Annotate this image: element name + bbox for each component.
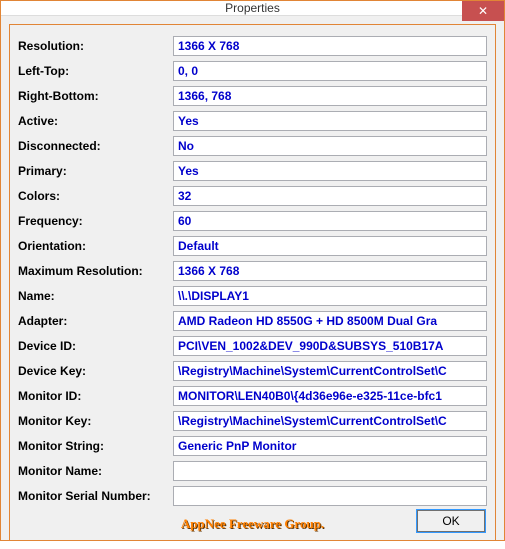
close-icon: ✕: [478, 4, 488, 18]
property-row: Frequency:: [18, 210, 487, 232]
properties-list: Resolution: Left-Top: Right-Bottom: Active:…: [18, 35, 487, 510]
properties-panel: Resolution: Left-Top: Right-Bottom: Active:…: [9, 24, 496, 541]
property-label: Orientation:: [18, 239, 173, 253]
property-label: Right-Bottom:: [18, 89, 173, 103]
property-value[interactable]: [173, 186, 487, 206]
window-title: Properties: [225, 1, 280, 15]
property-label: Active:: [18, 114, 173, 128]
property-value[interactable]: [173, 361, 487, 381]
property-label: Frequency:: [18, 214, 173, 228]
property-label: Device Key:: [18, 364, 173, 378]
property-value[interactable]: [173, 311, 487, 331]
branding-text: AppNee Freeware Group.: [181, 516, 324, 532]
property-value[interactable]: [173, 461, 487, 481]
property-value[interactable]: [173, 161, 487, 181]
property-row: Device ID:: [18, 335, 487, 357]
footer-bar: AppNee Freeware Group. OK: [18, 510, 487, 532]
property-value[interactable]: [173, 386, 487, 406]
property-label: Name:: [18, 289, 173, 303]
property-value[interactable]: [173, 286, 487, 306]
property-row: Maximum Resolution:: [18, 260, 487, 282]
property-value[interactable]: [173, 36, 487, 56]
property-row: Monitor Key:: [18, 410, 487, 432]
property-row: Orientation:: [18, 235, 487, 257]
property-row: Active:: [18, 110, 487, 132]
property-row: Primary:: [18, 160, 487, 182]
property-label: Monitor String:: [18, 439, 173, 453]
property-row: Monitor Name:: [18, 460, 487, 482]
property-value[interactable]: [173, 336, 487, 356]
properties-window: Properties ✕ Resolution: Left-Top: Right-B…: [0, 0, 505, 541]
property-value[interactable]: [173, 261, 487, 281]
property-row: Resolution:: [18, 35, 487, 57]
property-row: Adapter:: [18, 310, 487, 332]
ok-button[interactable]: OK: [417, 510, 485, 532]
property-value[interactable]: [173, 136, 487, 156]
property-row: Name:: [18, 285, 487, 307]
property-row: Monitor String:: [18, 435, 487, 457]
property-label: Adapter:: [18, 314, 173, 328]
close-button[interactable]: ✕: [462, 1, 504, 21]
property-label: Monitor Serial Number:: [18, 489, 173, 503]
property-row: Colors:: [18, 185, 487, 207]
property-row: Disconnected:: [18, 135, 487, 157]
property-label: Primary:: [18, 164, 173, 178]
property-label: Monitor Name:: [18, 464, 173, 478]
property-row: Monitor ID:: [18, 385, 487, 407]
property-value[interactable]: [173, 436, 487, 456]
property-label: Left-Top:: [18, 64, 173, 78]
titlebar: Properties ✕: [1, 1, 504, 16]
property-value[interactable]: [173, 111, 487, 131]
property-label: Monitor Key:: [18, 414, 173, 428]
property-row: Device Key:: [18, 360, 487, 382]
property-label: Monitor ID:: [18, 389, 173, 403]
property-label: Device ID:: [18, 339, 173, 353]
property-value[interactable]: [173, 211, 487, 231]
property-row: Monitor Serial Number:: [18, 485, 487, 507]
property-label: Disconnected:: [18, 139, 173, 153]
property-value[interactable]: [173, 486, 487, 506]
property-row: Right-Bottom:: [18, 85, 487, 107]
property-label: Maximum Resolution:: [18, 264, 173, 278]
content-area: Resolution: Left-Top: Right-Bottom: Active:…: [1, 16, 504, 549]
property-label: Resolution:: [18, 39, 173, 53]
property-value[interactable]: [173, 86, 487, 106]
property-label: Colors:: [18, 189, 173, 203]
property-row: Left-Top:: [18, 60, 487, 82]
property-value[interactable]: [173, 411, 487, 431]
property-value[interactable]: [173, 61, 487, 81]
property-value[interactable]: [173, 236, 487, 256]
